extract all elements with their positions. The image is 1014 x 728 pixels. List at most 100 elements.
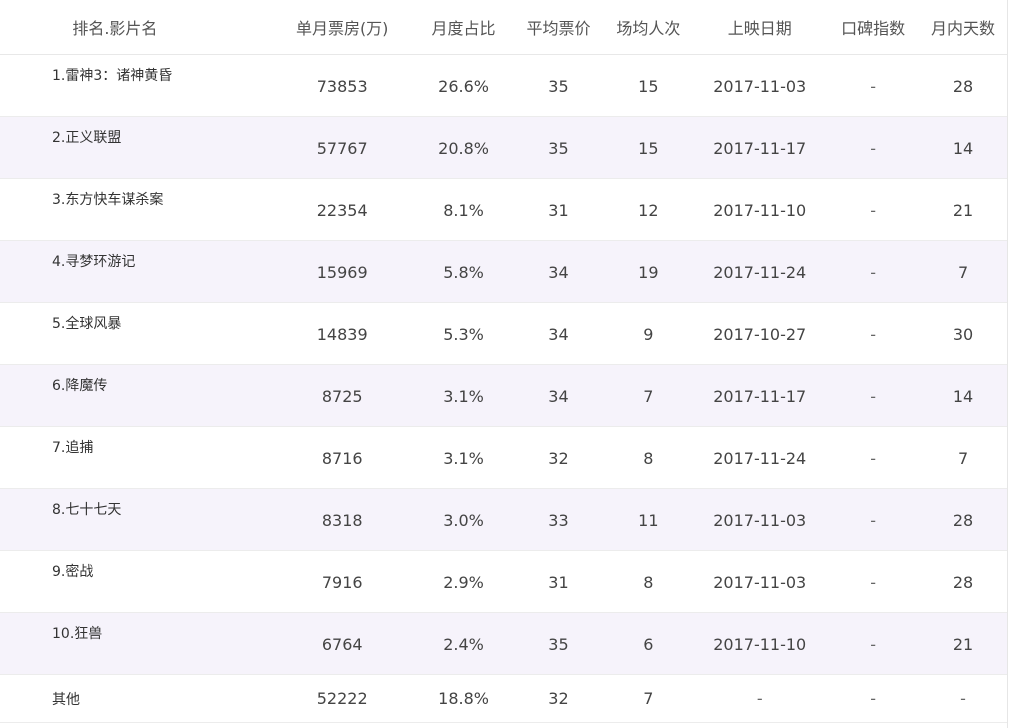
cell-avg-price: 35: [548, 139, 569, 158]
cell-avg-price: 31: [548, 201, 569, 220]
cell-share: 3.0%: [443, 511, 484, 530]
cell-days: 14: [952, 387, 974, 406]
header-box-office[interactable]: 单月票房(万): [270, 0, 415, 54]
cell-release-date: -: [756, 689, 763, 708]
cell-days: -: [960, 689, 966, 708]
cell-rating: -: [870, 263, 877, 282]
cell-box-office: 14839: [316, 325, 368, 344]
cell-rating: -: [870, 449, 877, 468]
cell-avg-attendance: 6: [643, 635, 654, 654]
cell-share: 26.6%: [438, 77, 489, 96]
cell-release-date: 2017-11-10: [713, 201, 807, 220]
cell-rating: -: [870, 689, 877, 708]
cell-release-date: 2017-11-03: [713, 77, 807, 96]
cell-release-date: 2017-11-24: [713, 449, 807, 468]
cell-release-date: 2017-11-17: [713, 387, 807, 406]
cell-rating: -: [870, 325, 877, 344]
cell-avg-attendance: 9: [643, 325, 654, 344]
cell-share: 18.8%: [438, 689, 489, 708]
header-share[interactable]: 月度占比: [415, 0, 513, 54]
table-header: 排名.影片名 单月票房(万) 月度占比 平均票价 场均人次 上映日期 口碑指数 …: [0, 0, 1007, 55]
table-row[interactable]: 1.雷神3：诸神黄昏 73853 26.6% 35 15 2017-11-03 …: [0, 55, 1007, 117]
table-row[interactable]: 7.追捕 8716 3.1% 32 8 2017-11-24 - 7: [0, 427, 1007, 489]
table-row[interactable]: 9.密战 7916 2.9% 31 8 2017-11-03 - 28: [0, 551, 1007, 613]
cell-days: 28: [952, 77, 974, 96]
cell-rating: -: [870, 573, 877, 592]
cell-avg-attendance: 8: [643, 573, 654, 592]
cell-avg-price: 31: [548, 573, 569, 592]
table-row[interactable]: 2.正义联盟 57767 20.8% 35 15 2017-11-17 - 14: [0, 117, 1007, 179]
cell-movie-name: 9.密战: [52, 564, 94, 580]
header-name[interactable]: 排名.影片名: [0, 0, 270, 54]
cell-box-office: 73853: [316, 77, 368, 96]
cell-box-office: 22354: [316, 201, 368, 220]
cell-rating: -: [870, 511, 877, 530]
cell-days: 21: [952, 635, 974, 654]
header-avg-attendance[interactable]: 场均人次: [604, 0, 692, 54]
cell-share: 8.1%: [443, 201, 484, 220]
cell-movie-name: 10.狂兽: [52, 626, 103, 642]
cell-movie-name: 1.雷神3：诸神黄昏: [52, 68, 173, 84]
cell-rating: -: [870, 635, 877, 654]
table-row[interactable]: 4.寻梦环游记 15969 5.8% 34 19 2017-11-24 - 7: [0, 241, 1007, 303]
cell-avg-attendance: 15: [638, 139, 659, 158]
cell-avg-attendance: 7: [643, 689, 654, 708]
cell-avg-attendance: 15: [638, 77, 659, 96]
cell-rating: -: [870, 201, 877, 220]
cell-avg-price: 35: [548, 77, 569, 96]
table-row[interactable]: 3.东方快车谋杀案 22354 8.1% 31 12 2017-11-10 - …: [0, 179, 1007, 241]
cell-share: 5.3%: [443, 325, 484, 344]
cell-box-office: 8318: [321, 511, 363, 530]
cell-days: 7: [957, 263, 969, 282]
cell-rating: -: [870, 139, 877, 158]
cell-avg-price: 34: [548, 387, 569, 406]
cell-share: 3.1%: [443, 387, 484, 406]
cell-release-date: 2017-11-10: [713, 635, 807, 654]
table-row-others[interactable]: 其他 52222 18.8% 32 7 - - -: [0, 675, 1007, 723]
cell-box-office: 8725: [321, 387, 363, 406]
cell-share: 2.9%: [443, 573, 484, 592]
cell-days: 14: [952, 139, 974, 158]
header-avg-price[interactable]: 平均票价: [513, 0, 605, 54]
cell-movie-name: 其他: [52, 691, 80, 708]
table-row[interactable]: 6.降魔传 8725 3.1% 34 7 2017-11-17 - 14: [0, 365, 1007, 427]
cell-avg-price: 34: [548, 263, 569, 282]
cell-avg-price: 35: [548, 635, 569, 654]
cell-share: 2.4%: [443, 635, 484, 654]
cell-avg-attendance: 11: [638, 511, 659, 530]
cell-avg-price: 32: [548, 689, 569, 708]
header-rating[interactable]: 口碑指数: [827, 0, 919, 54]
cell-release-date: 2017-11-17: [713, 139, 807, 158]
cell-share: 5.8%: [443, 263, 484, 282]
cell-release-date: 2017-10-27: [713, 325, 807, 344]
cell-days: 7: [957, 449, 969, 468]
box-office-table: 排名.影片名 单月票房(万) 月度占比 平均票价 场均人次 上映日期 口碑指数 …: [0, 0, 1008, 728]
cell-box-office: 57767: [316, 139, 368, 158]
cell-days: 30: [952, 325, 974, 344]
cell-movie-name: 6.降魔传: [52, 378, 108, 394]
cell-rating: -: [870, 387, 877, 406]
cell-movie-name: 5.全球风暴: [52, 316, 122, 332]
cell-days: 28: [952, 573, 974, 592]
cell-movie-name: 2.正义联盟: [52, 130, 122, 146]
cell-avg-attendance: 12: [638, 201, 659, 220]
header-release-date[interactable]: 上映日期: [692, 0, 827, 54]
cell-movie-name: 3.东方快车谋杀案: [52, 192, 164, 208]
cell-avg-price: 33: [548, 511, 569, 530]
table-row[interactable]: 10.狂兽 6764 2.4% 35 6 2017-11-10 - 21: [0, 613, 1007, 675]
cell-release-date: 2017-11-03: [713, 573, 807, 592]
cell-share: 20.8%: [438, 139, 489, 158]
cell-box-office: 6764: [321, 635, 363, 654]
cell-avg-attendance: 8: [643, 449, 654, 468]
cell-share: 3.1%: [443, 449, 484, 468]
table-row[interactable]: 8.七十七天 8318 3.0% 33 11 2017-11-03 - 28: [0, 489, 1007, 551]
cell-box-office: 52222: [316, 689, 368, 708]
header-days[interactable]: 月内天数: [919, 0, 1007, 54]
cell-rating: -: [870, 77, 877, 96]
cell-avg-price: 34: [548, 325, 569, 344]
cell-release-date: 2017-11-03: [713, 511, 807, 530]
cell-movie-name: 4.寻梦环游记: [52, 254, 136, 270]
table-row[interactable]: 5.全球风暴 14839 5.3% 34 9 2017-10-27 - 30: [0, 303, 1007, 365]
cell-days: 28: [952, 511, 974, 530]
cell-avg-attendance: 7: [643, 387, 654, 406]
